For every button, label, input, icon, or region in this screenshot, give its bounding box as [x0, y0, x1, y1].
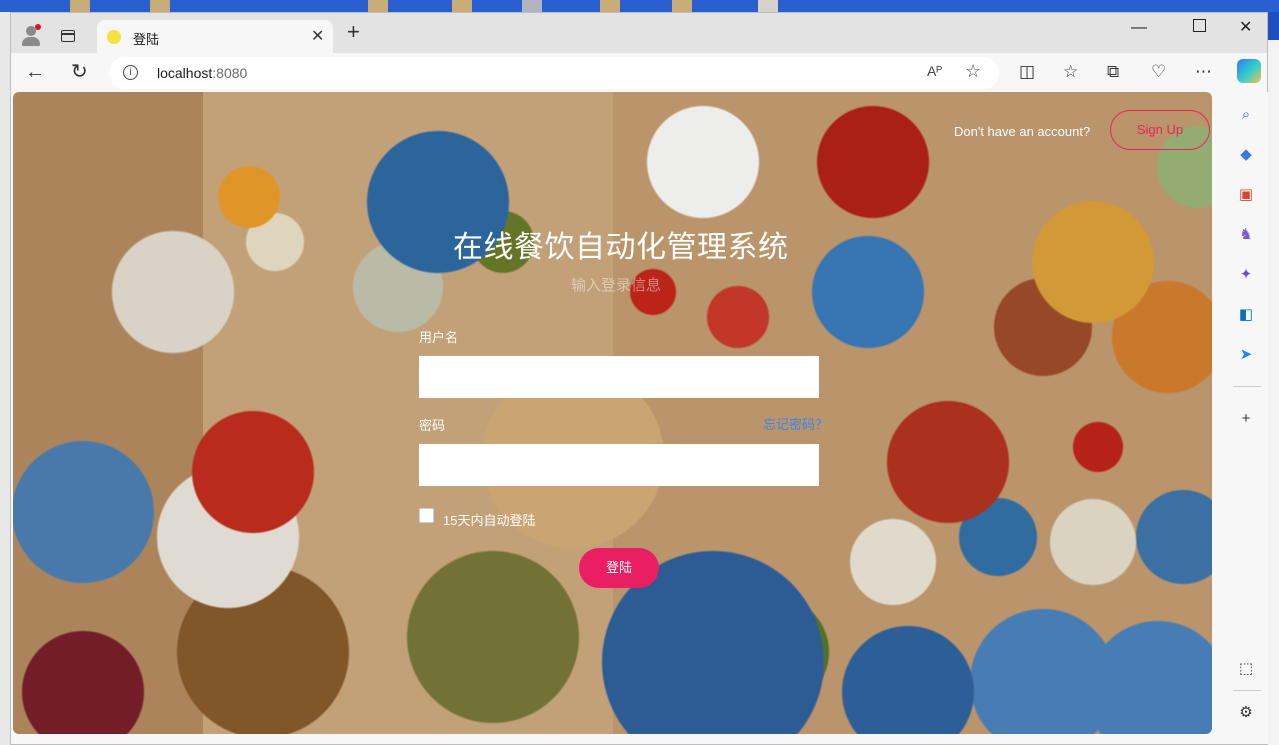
tools-icon[interactable]: ▣ [1237, 186, 1255, 204]
url-port: :8080 [212, 65, 248, 81]
remember-label: 15天内自动登陆 [443, 513, 536, 528]
add-icon[interactable]: + [1237, 410, 1255, 428]
screenshot-icon[interactable]: ⬚ [1237, 660, 1255, 678]
url-field[interactable]: i localhost:8080 Aᴾ ☆ [109, 57, 999, 89]
window-close-icon[interactable]: ✕ [1239, 18, 1252, 38]
m365-icon[interactable]: ✦ [1237, 266, 1255, 284]
signup-prompt: Don't have an account? [954, 124, 1091, 139]
favicon-icon [107, 30, 121, 44]
password-field[interactable] [419, 444, 819, 486]
page-title: 在线餐饮自动化管理系统 [453, 231, 789, 264]
close-icon[interactable]: ✕ [311, 26, 324, 46]
back-icon[interactable]: ← [25, 61, 45, 83]
split-screen-icon[interactable]: ◫ [1019, 61, 1035, 83]
tab-title: 登陆 [133, 32, 160, 47]
minimize-icon[interactable]: — [1131, 18, 1147, 38]
login-button[interactable]: 登陆 [579, 548, 659, 588]
signup-button[interactable]: Sign Up [1110, 110, 1210, 150]
send-icon[interactable]: ➤ [1237, 346, 1255, 364]
page-subtitle: 输入登录信息 [571, 277, 662, 294]
login-page: Don't have an account? Sign Up 在线餐饮自动化管理… [13, 92, 1212, 734]
url-host: localhost [157, 65, 213, 81]
copilot-icon[interactable] [1237, 59, 1261, 83]
username-field[interactable] [419, 356, 819, 398]
new-tab-icon[interactable]: + [347, 21, 360, 43]
more-icon[interactable]: ⋯ [1195, 61, 1212, 83]
maximize-icon[interactable] [1193, 19, 1206, 32]
password-label: 密码 [419, 418, 446, 433]
url-text: localhost:8080 [157, 65, 247, 81]
sidebar-divider [1233, 690, 1261, 691]
shopping-icon[interactable]: ◆ [1237, 146, 1255, 164]
refresh-icon[interactable]: ↻ [71, 61, 88, 83]
sidebar-divider [1233, 386, 1261, 387]
tab-bar: 登陆 ✕ + — ✕ [11, 13, 1267, 53]
forgot-password-link[interactable]: 忘记密码？ [763, 414, 828, 433]
favorite-icon[interactable]: ☆ [965, 61, 981, 82]
tab-login[interactable]: 登陆 ✕ [97, 20, 333, 53]
address-bar: ← ↻ i localhost:8080 Aᴾ ☆ ◫ ☆ ⧉ ♡ ⋯ [11, 53, 1267, 92]
search-icon[interactable]: ⌕ [1237, 106, 1255, 124]
edge-sidebar: ⌕ ◆ ▣ ♞ ✦ ◧ ➤ + ⬚ ⚙ [1225, 92, 1268, 744]
favorites-icon[interactable]: ☆ [1063, 61, 1078, 83]
remember-checkbox[interactable] [419, 508, 434, 523]
username-label: 用户名 [419, 330, 459, 345]
outlook-icon[interactable]: ◧ [1237, 306, 1255, 324]
games-icon[interactable]: ♞ [1237, 226, 1255, 244]
collections-icon[interactable]: ⧉ [1107, 61, 1119, 83]
background-food-image [13, 92, 1212, 734]
info-icon[interactable]: i [123, 65, 138, 80]
read-aloud-icon[interactable]: Aᴾ [927, 63, 942, 79]
desktop-left-edge [0, 12, 10, 745]
tab-actions-icon[interactable] [61, 30, 75, 42]
desktop-strip [0, 0, 1279, 12]
browser-window: 登陆 ✕ + — ✕ ← ↻ i localhost:8080 Aᴾ ☆ ◫ ☆… [10, 12, 1268, 745]
browser-essentials-icon[interactable]: ♡ [1151, 61, 1166, 83]
settings-icon[interactable]: ⚙ [1237, 704, 1255, 722]
profile-icon[interactable] [19, 23, 43, 47]
desktop-right-edge [1268, 40, 1279, 745]
